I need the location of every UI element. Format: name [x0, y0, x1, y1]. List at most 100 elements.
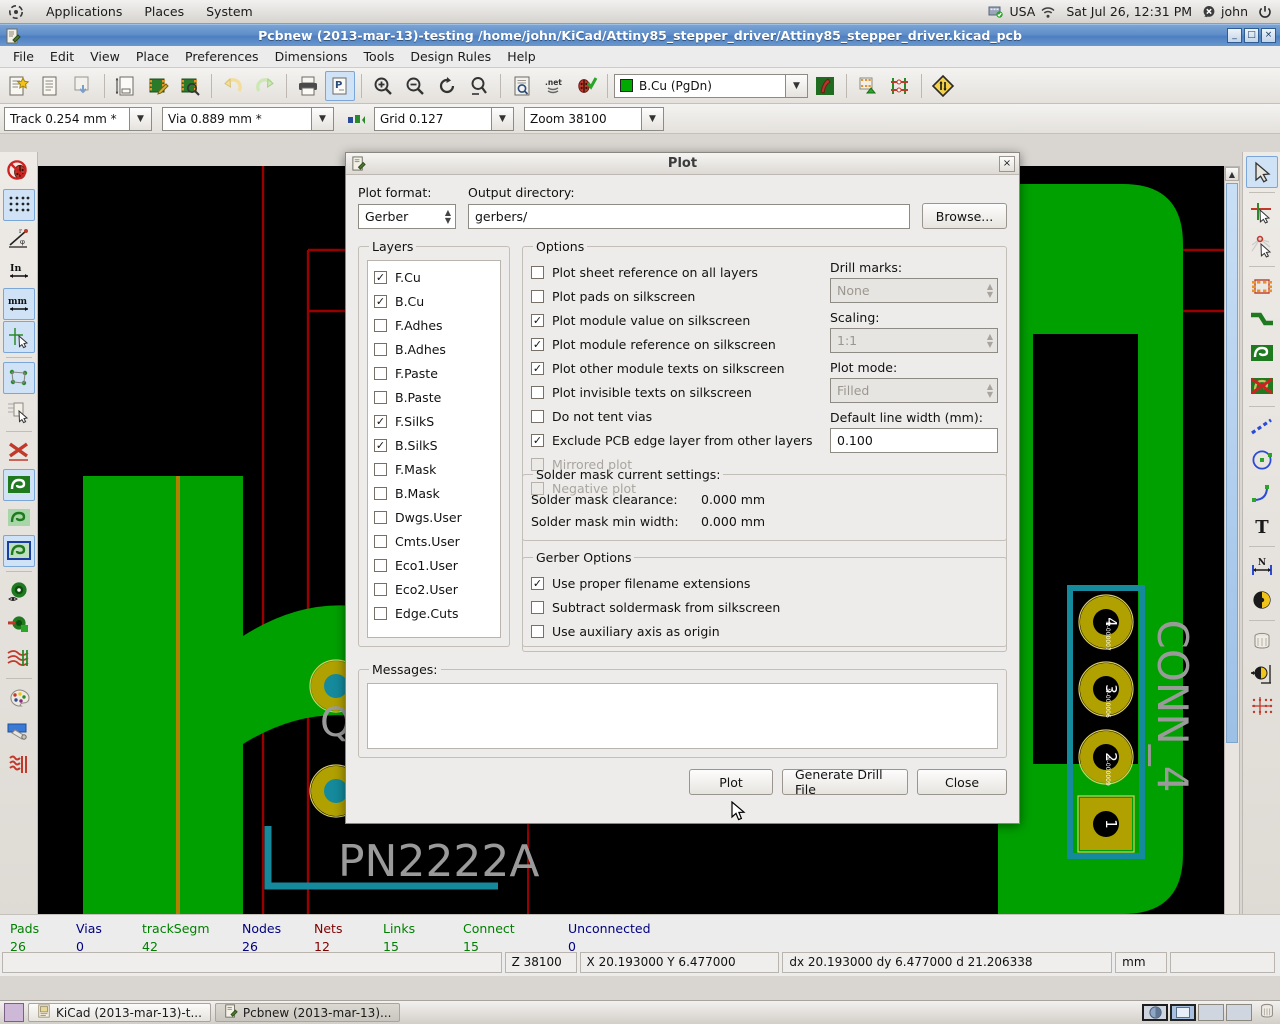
add-line-icon[interactable]	[1246, 411, 1278, 443]
layer-selector[interactable]: B.Cu (PgDn) ▼	[614, 73, 808, 98]
menu-preferences[interactable]: Preferences	[178, 46, 266, 67]
add-zone-icon[interactable]	[1246, 337, 1278, 369]
layer-row-b-adhes[interactable]: B.Adhes	[374, 337, 494, 361]
layer-row-f-silks[interactable]: ✓ F.SilkS	[374, 409, 494, 433]
close-button[interactable]: Close	[917, 769, 1007, 795]
layer-row-edge-cuts[interactable]: Edge.Cuts	[374, 601, 494, 625]
layer-checkbox-f-paste[interactable]	[374, 366, 387, 380]
track-width-selector[interactable]: Track 0.254 mm * ▼	[4, 106, 152, 131]
workspace-4[interactable]	[1226, 1004, 1252, 1021]
zoom-selector[interactable]: Zoom 38100 ▼	[524, 106, 664, 131]
option-checkbox-plot-module-value[interactable]: ✓	[531, 313, 544, 327]
layer-row-b-silks[interactable]: ✓ B.SilkS	[374, 433, 494, 457]
power-icon[interactable]	[1258, 5, 1272, 19]
generate-drill-file-button[interactable]: Generate Drill File	[782, 767, 908, 797]
add-track-icon[interactable]	[1246, 304, 1278, 336]
option-exclude-pcb-edge[interactable]: ✓ Exclude PCB edge layer from other laye…	[531, 428, 820, 452]
local-ratsnest-icon[interactable]	[1246, 230, 1278, 262]
user-menu[interactable]: john	[1202, 4, 1248, 19]
maximize-button[interactable]: □	[1244, 28, 1259, 43]
layer-checkbox-cmts-user[interactable]	[374, 534, 387, 548]
layer-checkbox-f-adhes[interactable]	[374, 318, 387, 332]
auto-track-width-icon[interactable]	[342, 104, 372, 134]
grid-chevron-down-icon[interactable]: ▼	[492, 106, 514, 131]
plot-icon[interactable]: P	[325, 70, 355, 101]
delete-item-icon[interactable]	[1246, 625, 1278, 657]
auto-route-icon[interactable]	[928, 71, 958, 101]
zoom-fit-icon[interactable]	[464, 71, 494, 101]
auto-delete-track-icon[interactable]	[3, 436, 35, 468]
layer-checkbox-edge-cuts[interactable]	[374, 606, 387, 620]
gerber-checkbox-filename-extensions[interactable]: ✓	[531, 576, 544, 590]
option-checkbox-plot-other-module-texts[interactable]: ✓	[531, 361, 544, 375]
option-plot-module-reference[interactable]: ✓ Plot module reference on silkscreen	[531, 332, 820, 356]
show-ratsnest-icon[interactable]	[2, 362, 35, 394]
menu-help[interactable]: Help	[500, 46, 543, 67]
menu-system[interactable]: System	[202, 2, 257, 21]
add-dimension-icon[interactable]: N	[1246, 551, 1278, 583]
option-do-not-tent-vias[interactable]: Do not tent vias	[531, 404, 820, 428]
pads-sketch-icon[interactable]	[3, 576, 35, 608]
layer-manager-icon[interactable]	[3, 749, 35, 781]
output-directory-input[interactable]: gerbers/	[468, 204, 910, 229]
option-checkbox-exclude-pcb-edge[interactable]: ✓	[531, 433, 544, 447]
layer-row-eco2-user[interactable]: Eco2.User	[374, 577, 494, 601]
option-checkbox-plot-invisible-texts[interactable]	[531, 385, 544, 399]
show-filled-zones-icon[interactable]	[2, 469, 35, 501]
layer-row-b-mask[interactable]: B.Mask	[374, 481, 494, 505]
offset-origin-icon[interactable]	[1246, 658, 1278, 690]
messages-textarea[interactable]	[367, 683, 998, 749]
units-mm-icon[interactable]: mm	[2, 288, 35, 320]
layer-row-f-adhes[interactable]: F.Adhes	[374, 313, 494, 337]
layer-row-cmts-user[interactable]: Cmts.User	[374, 529, 494, 553]
option-checkbox-plot-sheet-reference[interactable]	[531, 265, 544, 279]
layer-checkbox-b-mask[interactable]	[374, 486, 387, 500]
open-module-viewer-icon[interactable]	[175, 71, 205, 101]
taskbar-item-kicad[interactable]: KiCad (2013-mar-13)-t...	[28, 1003, 211, 1022]
canvas-vertical-scrollbar[interactable]: ▲ ▼	[1224, 166, 1240, 934]
open-module-editor-icon[interactable]	[143, 71, 173, 101]
module-ratsnest-icon[interactable]	[3, 395, 35, 427]
browse-button[interactable]: Browse...	[922, 203, 1007, 229]
layer-row-dwgs-user[interactable]: Dwgs.User	[374, 505, 494, 529]
layer-row-b-cu[interactable]: ✓ B.Cu	[374, 289, 494, 313]
high-contrast-icon[interactable]	[3, 716, 35, 748]
layer-checkbox-b-silks[interactable]: ✓	[374, 438, 387, 452]
via-size-chevron-down-icon[interactable]: ▼	[312, 106, 334, 131]
gerber-checkbox-subtract-soldermask[interactable]	[531, 600, 544, 614]
layer-checkbox-b-cu[interactable]: ✓	[374, 294, 387, 308]
option-plot-invisible-texts[interactable]: Plot invisible texts on silkscreen	[531, 380, 820, 404]
vias-sketch-icon[interactable]	[3, 609, 35, 641]
drc-icon[interactable]	[571, 71, 601, 101]
taskbar-item-pcbnew[interactable]: Pcbnew (2013-mar-13)...	[214, 1003, 401, 1022]
trash-icon[interactable]	[1258, 1002, 1276, 1023]
plot-format-spin-arrows-icon[interactable]: ▲ ▼	[445, 208, 453, 225]
select-layer-pair-icon[interactable]	[810, 71, 840, 101]
minimize-button[interactable]: _	[1227, 28, 1242, 43]
delete-zone-icon[interactable]	[1246, 370, 1278, 402]
menu-edit[interactable]: Edit	[43, 46, 81, 67]
layer-checkbox-f-silks[interactable]: ✓	[374, 414, 387, 428]
menu-applications[interactable]: Applications	[42, 2, 126, 21]
layer-row-f-cu[interactable]: ✓ F.Cu	[374, 265, 494, 289]
track-width-chevron-down-icon[interactable]: ▼	[130, 106, 152, 131]
layer-selector-chevron-down-icon[interactable]: ▼	[786, 73, 808, 98]
grid-selector[interactable]: Grid 0.127 ▼	[374, 106, 514, 131]
workspace-3[interactable]	[1198, 1004, 1224, 1021]
status-resize-grip[interactable]	[1170, 951, 1276, 973]
print-icon[interactable]	[293, 71, 323, 101]
workspace-1[interactable]	[1142, 1004, 1168, 1021]
menu-view[interactable]: View	[83, 46, 127, 67]
highlight-net-icon[interactable]	[1246, 197, 1278, 229]
menu-tools[interactable]: Tools	[357, 46, 402, 67]
line-width-input[interactable]: 0.100	[830, 428, 998, 453]
menu-file[interactable]: File	[6, 46, 41, 67]
find-icon[interactable]	[507, 71, 537, 101]
grid-toggle-icon[interactable]	[2, 189, 35, 221]
redo-icon[interactable]	[250, 71, 280, 101]
menu-dimensions[interactable]: Dimensions	[268, 46, 355, 67]
plot-format-select[interactable]: Gerber ▲ ▼	[358, 204, 456, 229]
show-sketch-zones-icon[interactable]	[2, 535, 35, 567]
workspace-2[interactable]	[1170, 1004, 1196, 1021]
layer-checkbox-f-cu[interactable]: ✓	[374, 270, 387, 284]
